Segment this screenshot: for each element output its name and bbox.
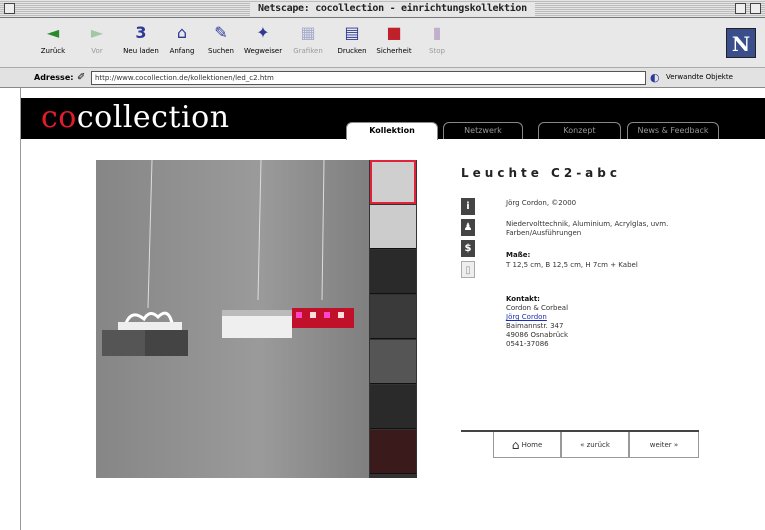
contact-city: 49086 Osnabrück — [506, 331, 569, 339]
thumbnail-7[interactable] — [370, 430, 416, 474]
contact-label: Kontakt: — [506, 295, 540, 303]
zoom-box-icon[interactable] — [735, 3, 746, 14]
designer-text: Jörg Cordon, ©2000 — [506, 199, 577, 207]
product-title: Leuchte C2-abc — [461, 166, 621, 180]
dimensions-value: T 12,5 cm, B 12,5 cm, H 7cm + Kabel — [506, 261, 638, 269]
back-button[interactable]: ◄ Zurück — [34, 22, 72, 64]
contact-company: Cordon & Corbeal — [506, 304, 569, 312]
thumbnail-6[interactable] — [370, 385, 416, 429]
url-input[interactable]: http://www.cocollection.de/kollektionen/… — [91, 71, 646, 85]
collapse-box-icon[interactable] — [750, 3, 761, 14]
address-bar: Adresse: ✐ http://www.cocollection.de/ko… — [0, 68, 765, 88]
tab-netzwerk[interactable]: Netzwerk — [443, 122, 523, 139]
back-nav-button[interactable]: « zurück — [561, 432, 629, 458]
bookmark-icon[interactable]: ✐ — [77, 72, 85, 83]
search-icon: ✎ — [214, 23, 228, 42]
images-icon: ▦ — [300, 23, 316, 42]
print-button[interactable]: ▤ Drucken — [333, 22, 371, 64]
document-icon[interactable]: ▯ — [461, 261, 475, 278]
tab-kollektion[interactable]: Kollektion — [346, 122, 438, 140]
stop-button[interactable]: ▮ Stop — [418, 22, 456, 64]
guide-icon: ✦ — [256, 23, 270, 42]
window-title: Netscape: cocollection - einrichtungskol… — [250, 2, 535, 16]
contact-link[interactable]: Jörg Cordon — [506, 313, 547, 322]
site-header: cocollection Kollektion Netzwerk Konzept… — [21, 98, 765, 140]
print-icon: ▤ — [344, 23, 360, 42]
next-nav-button[interactable]: weiter » — [629, 432, 699, 458]
close-box-icon[interactable] — [4, 3, 15, 14]
tab-news-feedback[interactable]: News & Feedback — [627, 122, 719, 139]
forward-button[interactable]: ► Vor — [78, 22, 116, 64]
images-button[interactable]: ▦ Grafiken — [289, 22, 327, 64]
netscape-logo-icon[interactable]: N — [726, 28, 756, 58]
contact-street: Baimannstr. 347 — [506, 322, 564, 330]
home-button[interactable]: ⌂ Anfang — [163, 22, 201, 64]
dimensions-label: Maße: — [506, 251, 531, 259]
security-button[interactable]: ■ Sicherheit — [375, 22, 413, 64]
lamps-image — [96, 160, 369, 478]
thumbnail-strip — [369, 160, 417, 478]
thumbnail-3[interactable] — [370, 250, 416, 294]
reload-icon: 3 — [135, 23, 147, 42]
product-photo — [96, 160, 369, 478]
site-logo[interactable]: cocollection — [41, 100, 230, 135]
guide-button[interactable]: ✦ Wegweiser — [244, 22, 282, 64]
related-icon[interactable]: ◐ — [650, 71, 660, 84]
materials-text: Niedervolttechnik, Aluminium, Acrylglas,… — [506, 220, 669, 237]
thumbnail-1[interactable] — [370, 160, 416, 204]
thumbnail-2[interactable] — [370, 205, 416, 249]
browser-toolbar: ◄ Zurück ► Vor 3 Neu laden ⌂ Anfang ✎ Suchen … — [0, 18, 765, 68]
back-arrow-icon: ◄ — [46, 23, 60, 42]
window-titlebar[interactable]: Netscape: cocollection - einrichtungskol… — [0, 0, 765, 18]
info-icon[interactable]: i — [461, 198, 475, 215]
tab-konzept[interactable]: Konzept — [538, 122, 621, 139]
material-icon[interactable]: ♟ — [461, 219, 475, 236]
security-lock-icon: ■ — [386, 23, 402, 42]
home-nav-button[interactable]: ⌂ Home — [493, 432, 561, 458]
stop-icon: ▮ — [432, 23, 442, 42]
contact-phone: 0541-37086 — [506, 340, 549, 348]
forward-arrow-icon: ► — [90, 23, 104, 42]
web-page: cocollection Kollektion Netzwerk Konzept… — [20, 88, 765, 530]
home-icon: ⌂ — [176, 23, 188, 42]
home-icon: ⌂ — [511, 438, 520, 452]
thumbnail-5[interactable] — [370, 340, 416, 384]
thumbnail-4[interactable] — [370, 295, 416, 339]
price-icon[interactable]: $ — [461, 240, 475, 257]
reload-button[interactable]: 3 Neu laden — [122, 22, 160, 64]
search-button[interactable]: ✎ Suchen — [202, 22, 240, 64]
address-label: Adresse: — [34, 73, 74, 82]
related-objects-button[interactable]: Verwandte Objekte — [666, 73, 733, 81]
